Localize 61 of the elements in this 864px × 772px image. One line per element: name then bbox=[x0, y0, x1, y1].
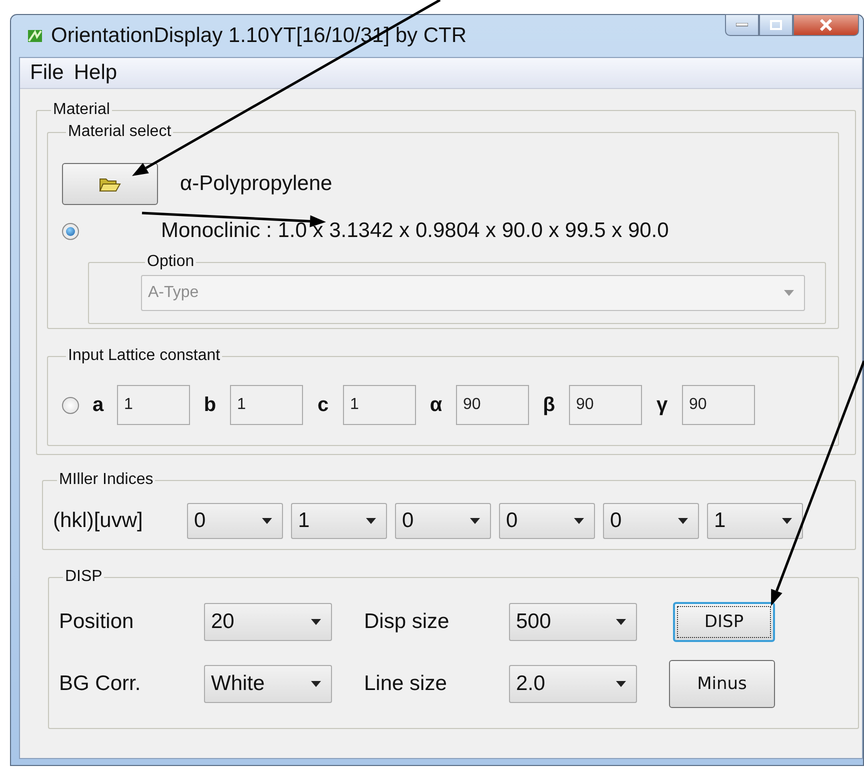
open-file-button[interactable] bbox=[62, 163, 158, 205]
menu-item[interactable]: File bbox=[30, 61, 64, 85]
parameter-label: β bbox=[542, 394, 556, 416]
lattice-summary: Monoclinic : 1.0 x 3.1342 x 0.9804 x 90.0 x 99.5 x 90.0 bbox=[161, 219, 669, 243]
action-button[interactable]: Minus bbox=[669, 660, 775, 708]
minimize-button[interactable] bbox=[725, 14, 759, 36]
caret-icon bbox=[262, 518, 272, 524]
caret-icon bbox=[470, 518, 480, 524]
setting-label: Disp size bbox=[364, 610, 450, 634]
maximize-button[interactable] bbox=[759, 14, 793, 36]
parameter-label: α bbox=[428, 394, 444, 416]
group-title: DISP bbox=[64, 568, 104, 586]
caret-icon bbox=[782, 518, 792, 524]
dropdown[interactable]: 500 bbox=[509, 603, 637, 641]
setting-label: Position bbox=[59, 610, 135, 634]
parameter-label: c bbox=[316, 394, 330, 416]
input-field[interactable]: 1 bbox=[343, 385, 416, 425]
caret-icon bbox=[574, 518, 584, 524]
parameter-label: b bbox=[202, 394, 218, 416]
input-field[interactable]: 90 bbox=[456, 385, 529, 425]
radio-button[interactable] bbox=[62, 222, 79, 240]
caret-icon bbox=[311, 619, 321, 625]
dropdown[interactable]: 0 bbox=[187, 503, 283, 539]
caret-icon bbox=[678, 518, 688, 524]
folder-icon bbox=[99, 176, 121, 192]
dropdown[interactable]: 2.0 bbox=[509, 665, 637, 703]
setting-label: Line size bbox=[364, 672, 448, 696]
group-title: Option bbox=[146, 253, 196, 271]
caret-icon bbox=[311, 681, 321, 687]
caret-icon bbox=[616, 681, 626, 687]
menu-item[interactable]: Help bbox=[74, 61, 118, 85]
input-field[interactable]: 90 bbox=[682, 385, 755, 425]
minimize-icon bbox=[736, 23, 748, 27]
dropdown[interactable]: 1 bbox=[707, 503, 803, 539]
caret-icon bbox=[616, 619, 626, 625]
indices-label: (hkl)[uvw] bbox=[53, 509, 144, 533]
caret-icon bbox=[366, 518, 376, 524]
maximize-icon bbox=[770, 20, 782, 30]
material-name: α-Polypropylene bbox=[180, 172, 332, 196]
radio-button[interactable] bbox=[62, 396, 79, 414]
dropdown[interactable]: 0 bbox=[499, 503, 595, 539]
group-title: Material select bbox=[67, 123, 172, 141]
close-icon bbox=[819, 19, 833, 31]
dropdown[interactable]: 20 bbox=[204, 603, 332, 641]
parameter-label: a bbox=[91, 394, 105, 416]
caret-icon bbox=[784, 290, 794, 296]
input-field[interactable]: 90 bbox=[569, 385, 642, 425]
parameter-label: γ bbox=[655, 394, 669, 416]
app-icon bbox=[27, 28, 43, 44]
action-button[interactable]: DISP bbox=[673, 602, 775, 642]
group-title: Material bbox=[52, 101, 111, 119]
dropdown[interactable]: 0 bbox=[395, 503, 491, 539]
input-field[interactable]: 1 bbox=[230, 385, 303, 425]
dropdown[interactable]: 1 bbox=[291, 503, 387, 539]
input-field[interactable]: 1 bbox=[117, 385, 190, 425]
dropdown[interactable]: White bbox=[204, 665, 332, 703]
group-title: Input Lattice constant bbox=[67, 347, 222, 365]
dropdown[interactable]: 0 bbox=[603, 503, 699, 539]
setting-label: BG Corr. bbox=[59, 672, 142, 696]
close-button[interactable] bbox=[793, 14, 859, 36]
group-title: MIller Indices bbox=[58, 471, 154, 489]
